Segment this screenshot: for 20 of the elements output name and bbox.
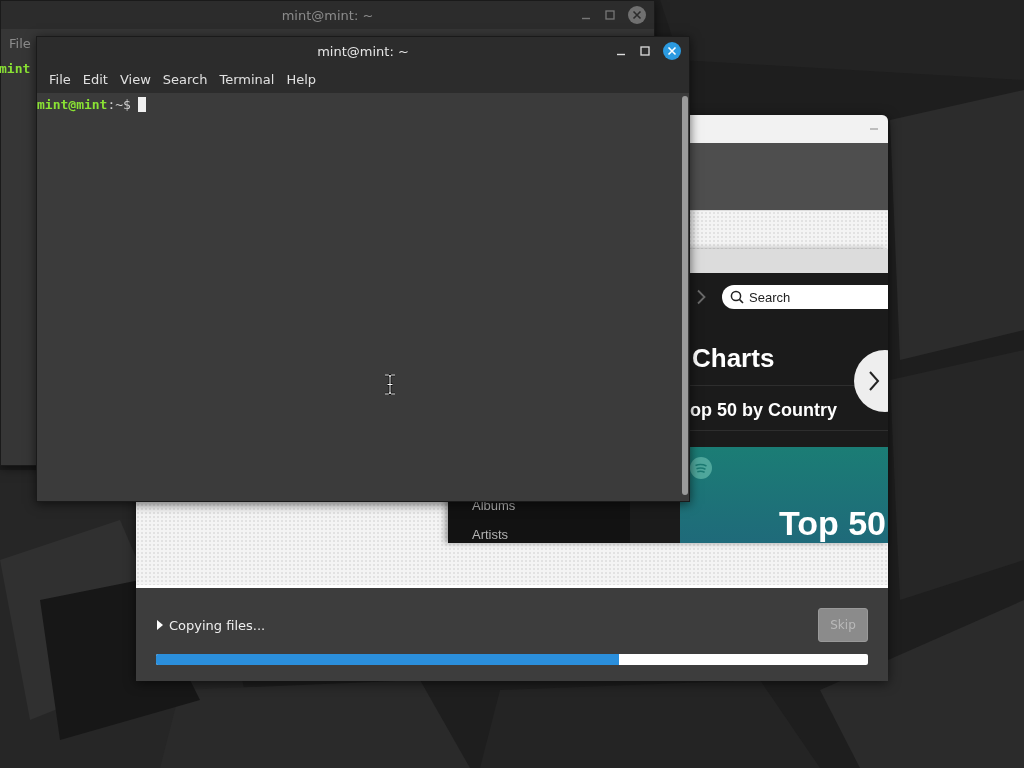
- prompt-user: mint: [0, 60, 31, 76]
- window-title: mint@mint: ~: [281, 7, 374, 23]
- menu-item[interactable]: Edit: [76, 71, 114, 87]
- section-subheading: op 50 by Country: [690, 399, 838, 422]
- playlist-card[interactable]: Top 50: [680, 447, 888, 543]
- card-title: Top 50: [778, 503, 886, 543]
- sidebar-item[interactable]: Albums: [472, 498, 630, 513]
- menu-item[interactable]: Terminal: [213, 71, 281, 87]
- menu-item[interactable]: Help: [280, 71, 323, 87]
- prompt-user: mint@mint: [37, 96, 108, 112]
- search-field[interactable]: Search: [722, 285, 888, 309]
- prompt-path: :~$: [107, 96, 131, 112]
- sidebar-item[interactable]: Artists: [472, 527, 630, 542]
- menu-item[interactable]: File: [43, 71, 77, 87]
- status-text: Copying files...: [169, 617, 266, 633]
- section-heading: Charts: [692, 343, 776, 373]
- menu-item[interactable]: File: [3, 35, 37, 51]
- menu-item[interactable]: View: [113, 71, 157, 87]
- window-title: mint@mint: ~: [317, 43, 409, 59]
- menu-item[interactable]: Search: [156, 71, 214, 87]
